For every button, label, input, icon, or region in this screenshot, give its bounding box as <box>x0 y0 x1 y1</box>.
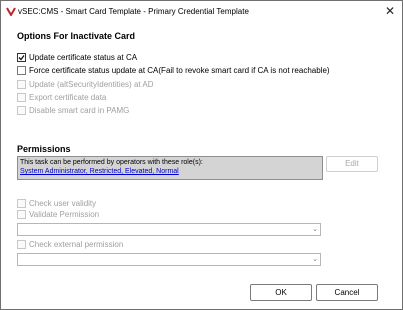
close-button[interactable]: ✕ <box>383 4 397 18</box>
validate-permission-checkbox <box>17 210 26 219</box>
check-external-permission-checkbox <box>17 240 26 249</box>
validate-permission-label: Validate Permission <box>29 210 100 219</box>
window-title: vSEC:CMS - Smart Card Template - Primary… <box>18 7 249 16</box>
inactivate-options-title: Options For Inactivate Card <box>17 31 136 41</box>
edit-button[interactable]: Edit <box>326 156 378 172</box>
chevron-down-icon: ⌄ <box>312 256 318 263</box>
roles-intro-text: This task can be performed by operators … <box>20 159 203 166</box>
chevron-down-icon: ⌄ <box>312 226 318 233</box>
update-ad-label: Update (altSecurityIdentities) at AD <box>29 80 154 89</box>
dialog-window: vSEC:CMS - Smart Card Template - Primary… <box>0 0 403 310</box>
update-cert-status-checkbox[interactable] <box>17 53 26 62</box>
disable-pamg-checkbox <box>17 106 26 115</box>
check-user-validity-label: Check user validity <box>29 199 97 208</box>
update-ad-checkbox <box>17 80 26 89</box>
title-bar[interactable]: vSEC:CMS - Smart Card Template - Primary… <box>1 1 402 21</box>
roles-link[interactable]: System Administrator, Restricted, Elevat… <box>20 167 179 176</box>
permissions-title: Permissions <box>17 144 71 154</box>
force-cert-status-checkbox[interactable] <box>17 66 26 75</box>
vsec-logo-icon <box>6 7 16 16</box>
disable-pamg-label: Disable smart card in PAMG <box>29 106 130 115</box>
check-user-validity-checkbox <box>17 199 26 208</box>
force-cert-status-label: Force certificate status update at CA(Fa… <box>29 66 330 75</box>
cancel-button[interactable]: Cancel <box>316 284 378 301</box>
checkmark-icon <box>18 55 25 61</box>
check-external-permission-label: Check external permission <box>29 240 124 249</box>
roles-box: This task can be performed by operators … <box>17 156 323 180</box>
external-permission-dropdown[interactable]: ⌄ <box>17 253 321 266</box>
export-cert-data-label: Export certificate data <box>29 93 107 102</box>
ok-button[interactable]: OK <box>250 284 312 301</box>
validate-permission-dropdown[interactable]: ⌄ <box>17 223 321 236</box>
update-cert-status-label: Update certificate status at CA <box>29 53 138 62</box>
export-cert-data-checkbox <box>17 93 26 102</box>
